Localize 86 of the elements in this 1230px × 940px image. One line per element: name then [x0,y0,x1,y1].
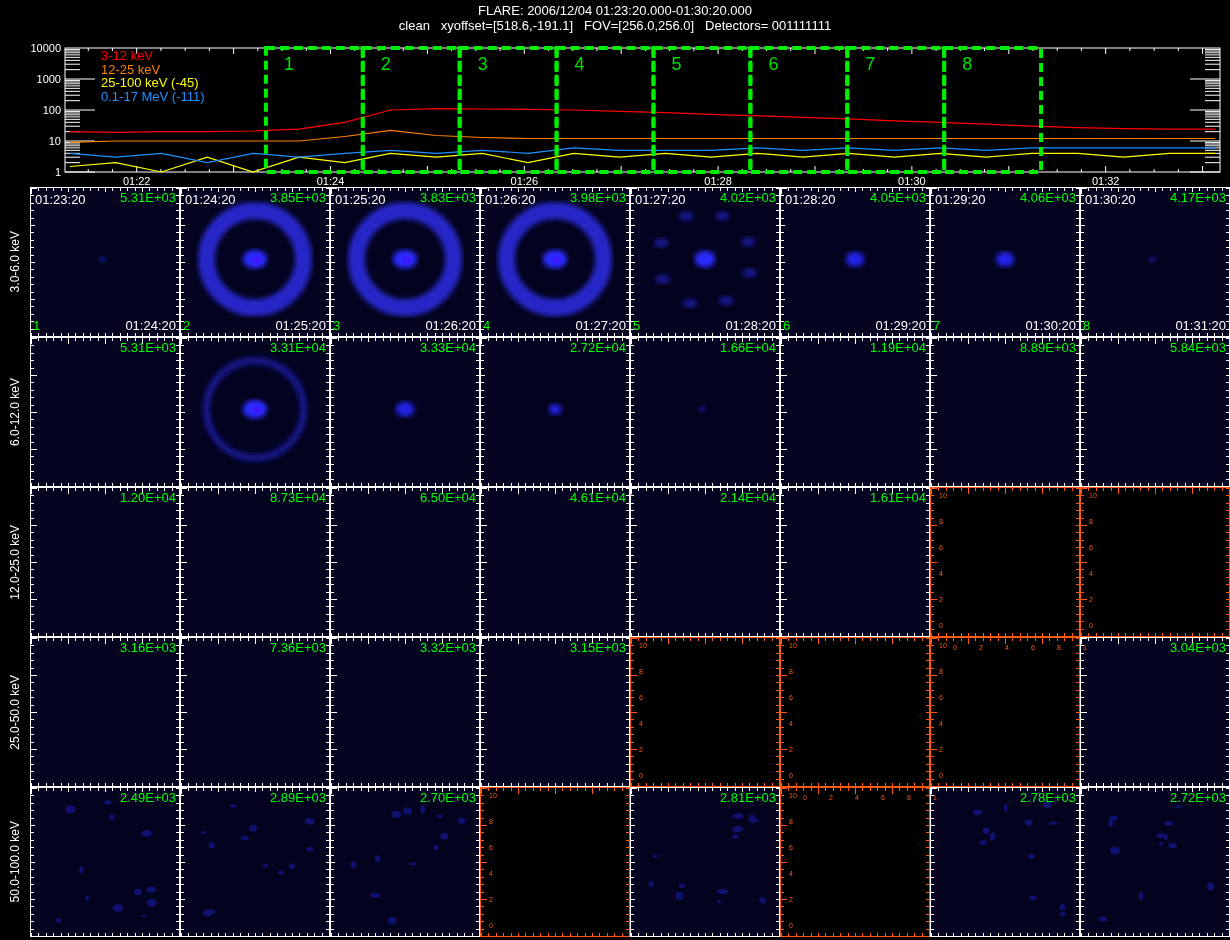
end-time: 01:31:20 [1175,319,1226,333]
end-time: 01:26:20 [425,319,476,333]
start-time: 01:25:20 [335,193,386,207]
start-time: 01:27:20 [635,193,686,207]
window-number: 6 [768,54,779,74]
peak-value: 3.98E+03 [569,191,626,205]
peak-value: 2.49E+03 [119,791,176,805]
peak-value: 3.85E+03 [269,191,326,205]
axis-tick-label: 01:32 [1091,175,1120,187]
end-time: 01:25:20 [275,319,326,333]
axis-tick-label: 10 [48,135,61,147]
start-time: 01:26:20 [485,193,536,207]
peak-value: 1.66E+04 [719,341,776,355]
peak-value: 4.17E+03 [1169,191,1226,205]
peak-value: 2.70E+03 [419,791,476,805]
peak-value: 3.16E+03 [119,641,176,655]
start-time: 01:30:20 [1085,193,1136,207]
peak-value: 4.61E+04 [569,491,626,505]
axis-tick-label: 1000 [36,73,61,85]
peak-value: 3.15E+03 [569,641,626,655]
start-time: 01:23:20 [35,193,86,207]
interval-number: 7 [933,319,941,333]
peak-value: 4.05E+03 [869,191,926,205]
energy-band-label: 25.0-50.0 keV [8,674,22,750]
window-number: 3 [477,54,488,74]
interval-number: 6 [783,319,791,333]
peak-value: 8.73E+04 [269,491,326,505]
interval-number: 5 [633,319,641,333]
peak-value: 5.31E+03 [119,341,176,355]
interval-number: 2 [183,319,191,333]
peak-value: 1.19E+04 [869,341,926,355]
window-number: 4 [574,54,585,74]
peak-value: 5.84E+03 [1169,341,1226,355]
end-time: 01:28:20 [725,319,776,333]
legend-label: 12-25 keV [101,61,161,77]
peak-value: 3.32E+03 [419,641,476,655]
energy-band-label: 3.0-6.0 keV [8,231,22,293]
window-number: 2 [380,54,391,74]
peak-value: 1.61E+04 [869,491,926,505]
axis-tick-label: 01:24 [316,175,345,187]
window-number: 8 [962,54,973,74]
axis-tick-label: 10000 [30,42,61,54]
interval-number: 3 [333,319,341,333]
axis-tick-label: 01:22 [122,175,151,187]
axis-tick-label: 100 [42,104,61,116]
end-time: 01:27:20 [575,319,626,333]
peak-value: 2.72E+04 [569,341,626,355]
end-time: 01:24:20 [125,319,176,333]
window-number: 5 [671,54,682,74]
peak-value: 6.50E+04 [419,491,476,505]
axis-tick-label: 01:30 [898,175,926,187]
plot-subtitle: clean xyoffset=[518.6,-191.1] FOV=[256.0,256.0] Detectors= 001111111 [398,18,832,33]
peak-value: 5.31E+03 [119,191,176,205]
legend-label: 3-12 keV [101,48,154,63]
axis-tick-label: 01:26 [510,175,539,187]
start-time: 01:24:20 [185,193,236,207]
interval-number: 8 [1083,319,1091,333]
interval-number: 4 [483,319,491,333]
energy-band-label: 6.0-12.0 keV [8,377,22,446]
peak-value: 3.83E+03 [419,191,476,205]
peak-value: 2.78E+03 [1019,791,1076,805]
peak-value: 8.89E+03 [1019,341,1076,355]
energy-band-label: 12.0-25.0 keV [8,524,22,600]
start-time: 01:29:20 [935,193,986,207]
interval-number: 1 [33,319,41,333]
peak-value: 7.36E+03 [269,641,326,655]
peak-value: 1.20E+04 [119,491,176,505]
peak-value: 4.02E+03 [719,191,776,205]
peak-value: 4.06E+03 [1019,191,1076,205]
peak-value: 2.81E+03 [719,791,776,805]
start-time: 01:28:20 [785,193,836,207]
legend-label: 25-100 keV (-45) [101,75,199,90]
peak-value: 3.31E+04 [269,341,326,355]
axis-tick-label: 01:28 [704,175,732,187]
peak-value: 2.72E+03 [1169,791,1226,805]
energy-band-label: 50.0-100.0 keV [8,821,22,903]
end-time: 01:30:20 [1025,319,1076,333]
peak-value: 3.33E+04 [419,341,476,355]
plot-title: FLARE: 2006/12/04 01:23:20.000-01:30:20.000 [478,3,752,18]
peak-value: 2.14E+04 [719,491,776,505]
axis-tick-label: 1 [54,166,61,178]
end-time: 01:29:20 [875,319,926,333]
peak-value: 2.89E+03 [269,791,326,805]
window-number: 1 [283,54,294,74]
window-number: 7 [865,54,876,74]
peak-value: 3.04E+03 [1169,641,1226,655]
